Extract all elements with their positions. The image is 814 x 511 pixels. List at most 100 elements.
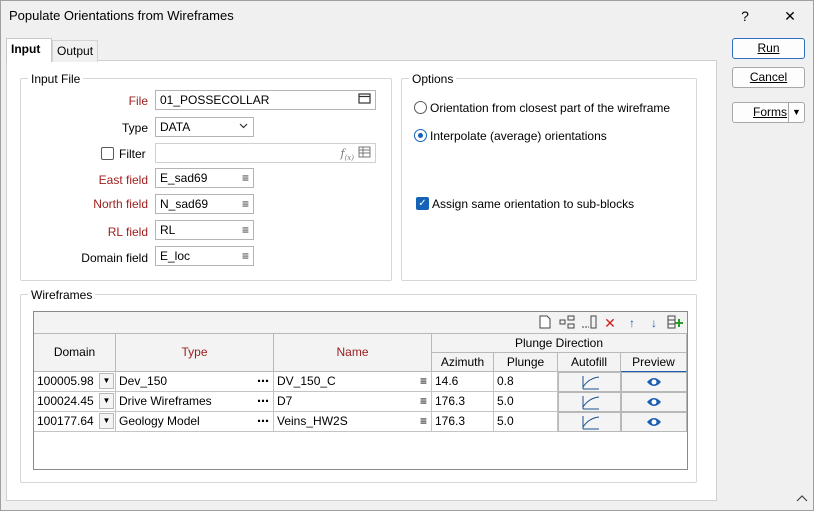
preview-button[interactable] bbox=[621, 392, 687, 412]
table-row[interactable]: 100024.45 ▼ bbox=[34, 392, 116, 412]
collapse-icon[interactable] bbox=[795, 492, 809, 506]
move-up-icon[interactable]: ↑ bbox=[624, 315, 640, 331]
domain-cell: 100024.45 bbox=[37, 394, 94, 408]
delete-icon[interactable]: ✕ bbox=[602, 315, 618, 331]
tab-output[interactable]: Output bbox=[52, 40, 98, 62]
name-cell-value: Veins_HW2S bbox=[277, 414, 348, 428]
insert-row-icon[interactable] bbox=[559, 315, 575, 331]
type-cell[interactable]: Geology Model ⋯ bbox=[116, 412, 274, 432]
column-header-name[interactable]: Name bbox=[274, 334, 432, 372]
function-icon[interactable]: f(x) bbox=[341, 145, 355, 162]
azimuth-cell[interactable]: 14.6 bbox=[432, 372, 494, 392]
new-row-icon[interactable] bbox=[537, 315, 553, 331]
add-column-icon[interactable] bbox=[667, 315, 683, 331]
rl-field-input[interactable]: RL ≡ bbox=[155, 220, 254, 240]
browse-icon[interactable]: ⋯ bbox=[257, 392, 269, 410]
help-button[interactable]: ? bbox=[732, 5, 758, 27]
preview-button[interactable] bbox=[621, 412, 687, 432]
list-icon[interactable]: ≡ bbox=[242, 195, 249, 213]
east-field-label: East field bbox=[98, 173, 148, 187]
list-icon[interactable]: ≡ bbox=[242, 221, 249, 239]
filter-input[interactable]: f(x) bbox=[155, 143, 376, 163]
input-file-group-label: Input File bbox=[28, 72, 84, 86]
column-header-plunge[interactable]: Plunge bbox=[494, 353, 558, 372]
chevron-down-icon bbox=[238, 118, 249, 136]
column-header-autofill[interactable]: Autofill bbox=[558, 353, 621, 372]
subblocks-checkbox[interactable]: ✓ bbox=[416, 197, 429, 210]
north-field-input[interactable]: N_sad69 ≡ bbox=[155, 194, 254, 214]
table-row[interactable]: 100005.98 ▼ bbox=[34, 372, 116, 392]
list-icon[interactable]: ≡ bbox=[420, 412, 427, 430]
domain-cell: 100177.64 bbox=[37, 414, 94, 428]
append-row-icon[interactable] bbox=[581, 315, 597, 331]
type-cell-value: Dev_150 bbox=[119, 374, 168, 388]
type-select[interactable]: DATA bbox=[155, 117, 254, 137]
rl-field-value: RL bbox=[160, 223, 176, 237]
chevron-down-icon[interactable]: ▼ bbox=[99, 373, 114, 389]
cancel-button-label: Cancel bbox=[749, 70, 788, 84]
autofill-curve-icon bbox=[582, 396, 600, 410]
radio-closest-label: Orientation from closest part of the wir… bbox=[430, 101, 671, 115]
plunge-cell[interactable]: 5.0 bbox=[494, 412, 558, 432]
move-down-icon[interactable]: ↓ bbox=[646, 315, 662, 331]
azimuth-cell[interactable]: 176.3 bbox=[432, 412, 494, 432]
grid-toolbar: ✕ ↑ ↓ bbox=[34, 312, 687, 334]
autofill-button[interactable] bbox=[558, 412, 621, 432]
close-button[interactable]: ✕ bbox=[777, 5, 803, 27]
autofill-button[interactable] bbox=[558, 372, 621, 392]
eye-icon bbox=[647, 378, 661, 386]
wireframes-grid: ✕ ↑ ↓ Domain Type Name Plunge Direction … bbox=[33, 311, 688, 470]
type-select-value: DATA bbox=[160, 120, 191, 134]
column-header-domain[interactable]: Domain bbox=[34, 334, 116, 372]
type-label: Type bbox=[121, 121, 148, 135]
forms-button[interactable]: Forms ▼ bbox=[732, 102, 805, 123]
radio-interpolate[interactable] bbox=[414, 129, 427, 142]
file-input[interactable]: 01_POSSECOLLAR bbox=[155, 90, 376, 110]
north-field-label: North field bbox=[93, 197, 148, 211]
tab-input[interactable]: Input bbox=[6, 38, 52, 62]
name-cell[interactable]: DV_150_C ≡ bbox=[274, 372, 432, 392]
type-cell[interactable]: Drive Wireframes ⋯ bbox=[116, 392, 274, 412]
run-button-label: Run bbox=[757, 41, 780, 55]
browse-icon[interactable]: ⋯ bbox=[257, 412, 269, 430]
north-field-value: N_sad69 bbox=[160, 197, 209, 211]
autofill-button[interactable] bbox=[558, 392, 621, 412]
column-header-type[interactable]: Type bbox=[116, 334, 274, 372]
name-cell[interactable]: Veins_HW2S ≡ bbox=[274, 412, 432, 432]
preview-button[interactable] bbox=[621, 372, 687, 392]
radio-interpolate-label: Interpolate (average) orientations bbox=[430, 129, 607, 143]
list-icon[interactable]: ≡ bbox=[242, 169, 249, 187]
type-cell[interactable]: Dev_150 ⋯ bbox=[116, 372, 274, 392]
plunge-cell[interactable]: 0.8 bbox=[494, 372, 558, 392]
chevron-down-icon[interactable]: ▼ bbox=[792, 103, 801, 122]
radio-closest[interactable] bbox=[414, 101, 427, 114]
name-cell[interactable]: D7 ≡ bbox=[274, 392, 432, 412]
forms-button-label: Forms bbox=[753, 105, 787, 119]
filter-checkbox[interactable] bbox=[101, 147, 114, 160]
table-icon[interactable] bbox=[358, 145, 371, 162]
table-row[interactable]: 100177.64 ▼ bbox=[34, 412, 116, 432]
cancel-button[interactable]: Cancel bbox=[732, 67, 805, 88]
east-field-input[interactable]: E_sad69 ≡ bbox=[155, 168, 254, 188]
options-group-label: Options bbox=[409, 72, 457, 86]
list-icon[interactable]: ≡ bbox=[420, 372, 427, 390]
plunge-cell[interactable]: 5.0 bbox=[494, 392, 558, 412]
column-header-azimuth[interactable]: Azimuth bbox=[432, 353, 494, 372]
list-icon[interactable]: ≡ bbox=[420, 392, 427, 410]
chevron-down-icon[interactable]: ▼ bbox=[99, 413, 114, 429]
column-header-preview[interactable]: Preview bbox=[621, 353, 687, 372]
name-cell-value: DV_150_C bbox=[277, 374, 336, 388]
domain-field-input[interactable]: E_loc ≡ bbox=[155, 246, 254, 266]
autofill-curve-icon bbox=[582, 376, 600, 390]
file-browse-icon[interactable] bbox=[358, 92, 371, 109]
filter-label: Filter bbox=[119, 147, 146, 161]
azimuth-cell[interactable]: 176.3 bbox=[432, 392, 494, 412]
wireframes-group-label: Wireframes bbox=[28, 288, 96, 302]
eye-icon bbox=[647, 398, 661, 406]
domain-field-value: E_loc bbox=[160, 249, 191, 263]
chevron-down-icon[interactable]: ▼ bbox=[99, 393, 114, 409]
run-button[interactable]: Run bbox=[732, 38, 805, 59]
name-cell-value: D7 bbox=[277, 394, 293, 408]
list-icon[interactable]: ≡ bbox=[242, 247, 249, 265]
browse-icon[interactable]: ⋯ bbox=[257, 372, 269, 390]
